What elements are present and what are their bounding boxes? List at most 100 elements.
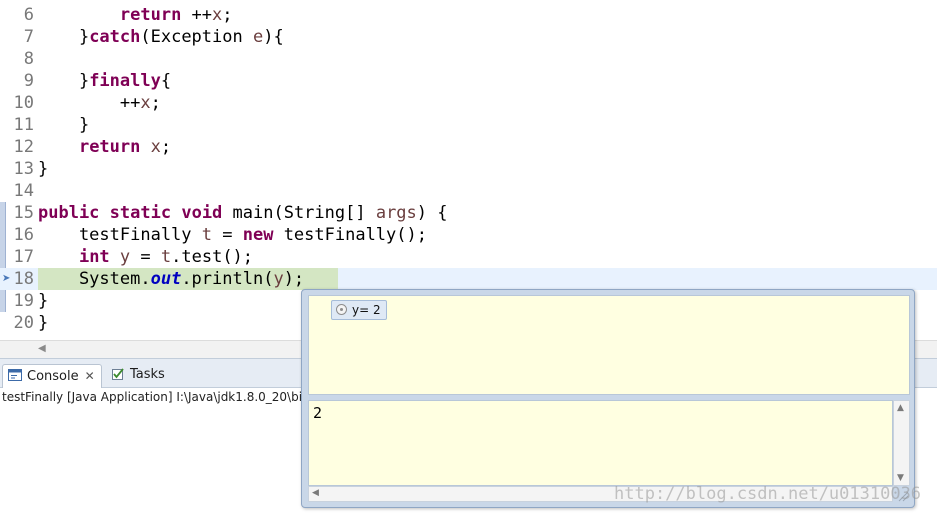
- code-line[interactable]: 8: [0, 48, 937, 70]
- code-token: ;: [222, 5, 233, 25]
- scroll-up-icon[interactable]: ▲: [897, 403, 904, 413]
- code-text: }: [38, 312, 48, 334]
- scroll-left-icon[interactable]: ◀: [312, 488, 319, 498]
- code-token: y: [273, 269, 284, 289]
- inspect-tree[interactable]: y= 2: [308, 295, 910, 395]
- code-token: t: [201, 225, 213, 245]
- code-text: testFinally t = new testFinally();: [38, 224, 427, 246]
- code-token: .test();: [171, 247, 254, 267]
- code-token: y: [119, 247, 131, 267]
- code-token: System.: [38, 269, 151, 289]
- code-text: public static void main(String[] args) {: [38, 202, 448, 224]
- code-token: ;: [150, 93, 161, 113]
- code-token: ;: [160, 137, 172, 157]
- local-variable-icon: [336, 304, 347, 315]
- code-token: }: [38, 115, 90, 135]
- close-icon[interactable]: ✕: [85, 369, 95, 383]
- code-line[interactable]: 15 public static void main(String[] args)…: [0, 202, 937, 224]
- line-number: 9: [23, 71, 34, 91]
- code-token: x: [150, 137, 161, 157]
- tab-console[interactable]: Console ✕: [2, 364, 102, 388]
- line-number: 13: [13, 159, 34, 179]
- code-line[interactable]: 11 }: [0, 114, 937, 136]
- code-text: return x;: [38, 136, 171, 158]
- inspect-popup[interactable]: y= 2 2 ▲ ▼ ◀: [301, 289, 915, 508]
- code-line[interactable]: 14: [0, 180, 937, 202]
- console-icon: [8, 369, 22, 381]
- tasks-icon: [112, 368, 124, 380]
- code-line[interactable]: 13}: [0, 158, 937, 180]
- code-text: int y = t.test();: [38, 246, 253, 268]
- code-line[interactable]: 7 }catch(Exception e){: [0, 26, 937, 48]
- line-number: 8: [23, 49, 34, 69]
- code-token: finally: [89, 71, 161, 91]
- code-token: static: [109, 203, 172, 223]
- line-number: 14: [13, 181, 34, 201]
- code-token: ++: [181, 5, 213, 25]
- code-token: ) {: [416, 203, 448, 223]
- scroll-left-icon[interactable]: ◀: [38, 343, 46, 354]
- line-number: 6: [23, 5, 34, 25]
- code-token: }: [38, 27, 90, 47]
- current-line[interactable]: ➤ 18 System.out.println(y);: [0, 268, 937, 290]
- line-number: 10: [13, 93, 34, 113]
- line-number: 12: [13, 137, 34, 157]
- code-line[interactable]: 9 }finally{: [0, 70, 937, 92]
- code-token: .println(: [181, 269, 274, 289]
- code-token: new: [242, 225, 274, 245]
- code-token: return: [78, 137, 141, 157]
- line-number: 17: [13, 247, 34, 267]
- code-token: }: [38, 159, 49, 179]
- line-number: 16: [13, 225, 34, 245]
- code-text: return ++x;: [38, 4, 233, 26]
- scroll-down-icon[interactable]: ▼: [897, 473, 904, 483]
- console-process-description: testFinally [Java Application] I:\Java\j…: [2, 390, 314, 404]
- code-text: }catch(Exception e){: [38, 26, 284, 48]
- detail-vertical-scrollbar[interactable]: ▲ ▼: [893, 400, 910, 486]
- variable-node[interactable]: y= 2: [331, 300, 387, 320]
- code-text: }finally{: [38, 70, 171, 92]
- variable-value: 2: [313, 404, 323, 422]
- code-line[interactable]: 6 return ++x;: [0, 4, 937, 26]
- tab-tasks-label: Tasks: [130, 367, 165, 382]
- code-text: }: [38, 290, 48, 312]
- line-number: 20: [13, 313, 34, 333]
- code-line[interactable]: 10 ++x;: [0, 92, 937, 114]
- tab-tasks[interactable]: Tasks: [106, 364, 171, 388]
- code-token: x: [212, 5, 223, 25]
- code-token: int: [78, 247, 110, 267]
- code-line[interactable]: 17 int y = t.test();: [0, 246, 937, 268]
- code-text: }: [38, 114, 89, 136]
- code-token: }: [38, 291, 49, 311]
- value-detail-pane[interactable]: 2: [308, 400, 893, 486]
- line-number: 7: [23, 27, 34, 47]
- code-token: =: [130, 247, 161, 267]
- code-token: }: [38, 313, 49, 333]
- line-number: 11: [13, 115, 34, 135]
- code-token: {: [160, 71, 172, 91]
- code-line[interactable]: 16 testFinally t = new testFinally();: [0, 224, 937, 246]
- code-line[interactable]: 12 return x;: [0, 136, 937, 158]
- code-token: testFinally: [38, 225, 202, 245]
- code-token: void: [181, 203, 223, 223]
- variable-node-label: y= 2: [352, 303, 381, 317]
- code-token: args: [375, 203, 417, 223]
- code-token: catch: [89, 27, 141, 47]
- line-number: 15: [13, 203, 34, 223]
- code-text: System.out.println(y);: [38, 268, 304, 290]
- code-token: main(String[]: [222, 203, 376, 223]
- line-number: 19: [13, 291, 34, 311]
- code-token: }: [38, 71, 90, 91]
- code-token: ++: [38, 93, 141, 113]
- code-token: ){: [263, 27, 284, 47]
- code-text: ++x;: [38, 92, 161, 114]
- code-token: t: [160, 247, 172, 267]
- code-text: }: [38, 158, 48, 180]
- code-token: x: [140, 93, 151, 113]
